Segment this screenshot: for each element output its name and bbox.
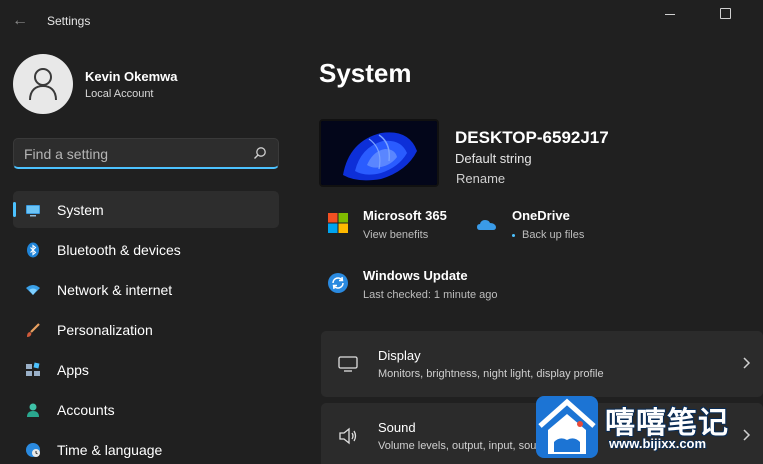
sidebar-item-system[interactable]: System xyxy=(13,191,279,228)
active-indicator xyxy=(13,202,16,217)
sidebar-item-network[interactable]: Network & internet xyxy=(13,271,279,308)
search-box[interactable] xyxy=(13,138,279,169)
minimize-button[interactable] xyxy=(650,6,690,22)
sidebar-item-apps[interactable]: Apps xyxy=(13,351,279,388)
tile-subtitle: Back up files xyxy=(522,229,585,241)
user-name: Kevin Okemwa xyxy=(85,69,178,84)
bluetooth-icon xyxy=(27,242,39,258)
monitor-icon xyxy=(338,356,358,372)
watermark-url: www.bijixx.com xyxy=(609,436,707,451)
microsoft-logo-icon xyxy=(328,213,348,233)
tile-title: Microsoft 365 xyxy=(363,208,447,223)
cloud-icon xyxy=(477,220,496,230)
chevron-right-icon xyxy=(743,357,751,369)
back-arrow-icon[interactable]: ← xyxy=(12,12,30,30)
speaker-icon xyxy=(339,427,357,445)
account-type: Local Account xyxy=(85,88,154,100)
tile-subtitle: View benefits xyxy=(363,229,429,241)
maximize-button[interactable] xyxy=(705,6,745,22)
sidebar-item-time-language[interactable]: Time & language xyxy=(13,431,279,464)
sidebar-item-personalization[interactable]: Personalization xyxy=(13,311,279,348)
device-name: DESKTOP-6592J17 xyxy=(455,128,609,147)
display-card[interactable]: Display Monitors, brightness, night ligh… xyxy=(321,331,763,397)
avatar[interactable] xyxy=(13,54,73,114)
house-icon xyxy=(538,398,596,454)
page-title: System xyxy=(319,58,412,88)
sidebar-item-label: Personalization xyxy=(57,322,153,338)
search-input[interactable] xyxy=(24,145,244,163)
rename-link[interactable]: Rename xyxy=(456,171,505,186)
tile-subtitle: Last checked: 1 minute ago xyxy=(363,289,498,301)
wifi-icon xyxy=(26,285,40,295)
brush-icon xyxy=(27,323,40,337)
monitor-icon xyxy=(26,205,40,217)
device-description: Default string xyxy=(455,151,532,166)
watermark-logo xyxy=(536,396,598,458)
person-icon xyxy=(29,68,57,101)
card-subtitle: Monitors, brightness, night light, displ… xyxy=(378,368,604,380)
app-title: Settings xyxy=(47,14,91,28)
sidebar-item-accounts[interactable]: Accounts xyxy=(13,391,279,428)
title-bar: ← Settings xyxy=(0,0,763,44)
card-title: Sound xyxy=(378,420,416,435)
sidebar-item-label: System xyxy=(57,202,104,218)
card-title: Display xyxy=(378,348,421,363)
apps-icon xyxy=(26,362,40,376)
sidebar-item-label: Network & internet xyxy=(57,282,173,298)
watermark: 嘻嘻笔记 www.bijixx.com xyxy=(536,396,763,464)
wallpaper-image xyxy=(321,121,437,185)
person-icon xyxy=(27,403,39,417)
tile-title: Windows Update xyxy=(363,268,468,283)
search-icon[interactable] xyxy=(253,146,267,160)
sync-icon xyxy=(328,273,348,293)
sidebar-item-bluetooth[interactable]: Bluetooth & devices xyxy=(13,231,279,268)
sidebar-item-label: Apps xyxy=(57,362,89,378)
tile-title: OneDrive xyxy=(512,208,570,223)
device-thumbnail xyxy=(319,119,439,187)
sidebar-item-label: Bluetooth & devices xyxy=(57,242,181,258)
sidebar-item-label: Time & language xyxy=(57,442,163,458)
status-dot xyxy=(512,234,515,237)
sidebar-item-label: Accounts xyxy=(57,402,115,418)
globe-clock-icon xyxy=(26,443,40,457)
